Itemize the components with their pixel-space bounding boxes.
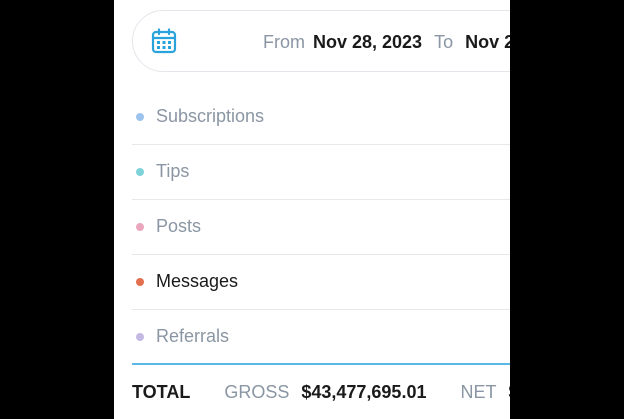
- category-dot: [136, 168, 144, 176]
- category-list: Subscriptions Tips Posts Messages Referr…: [132, 90, 510, 365]
- category-dot: [136, 278, 144, 286]
- category-dot: [136, 113, 144, 121]
- from-date[interactable]: Nov 28, 2023: [313, 32, 422, 52]
- gross-label: GROSS: [224, 382, 290, 402]
- category-dot: [136, 333, 144, 341]
- category-label: Tips: [156, 161, 190, 181]
- category-row-posts[interactable]: Posts: [132, 200, 510, 255]
- from-label: From: [263, 32, 305, 52]
- category-dot: [136, 223, 144, 231]
- category-label: Subscriptions: [156, 106, 265, 126]
- total-label: TOTAL: [132, 382, 191, 402]
- date-range-picker[interactable]: From Nov 28, 2023 To Nov 28: [132, 10, 510, 72]
- earnings-panel: From Nov 28, 2023 To Nov 28 Subscriptions T…: [114, 0, 510, 419]
- net-value: $: [508, 382, 510, 402]
- date-range-text[interactable]: From Nov 28, 2023 To Nov 28: [263, 30, 510, 54]
- category-row-messages[interactable]: Messages: [132, 255, 510, 310]
- gross-value: $43,477,695.01: [301, 382, 427, 402]
- calendar-icon[interactable]: [151, 28, 177, 54]
- totals-bar: TOTAL GROSS $43,477,695.01 NET $: [132, 380, 510, 404]
- category-row-tips[interactable]: Tips: [132, 145, 510, 200]
- to-label: To: [434, 32, 454, 52]
- category-label: Messages: [156, 271, 239, 291]
- category-label: Posts: [156, 216, 202, 236]
- category-label: Referrals: [156, 326, 230, 346]
- category-row-referrals[interactable]: Referrals: [132, 310, 510, 365]
- to-date[interactable]: Nov 28: [465, 32, 510, 52]
- net-label: NET: [460, 382, 497, 402]
- category-row-subscriptions[interactable]: Subscriptions: [132, 90, 510, 145]
